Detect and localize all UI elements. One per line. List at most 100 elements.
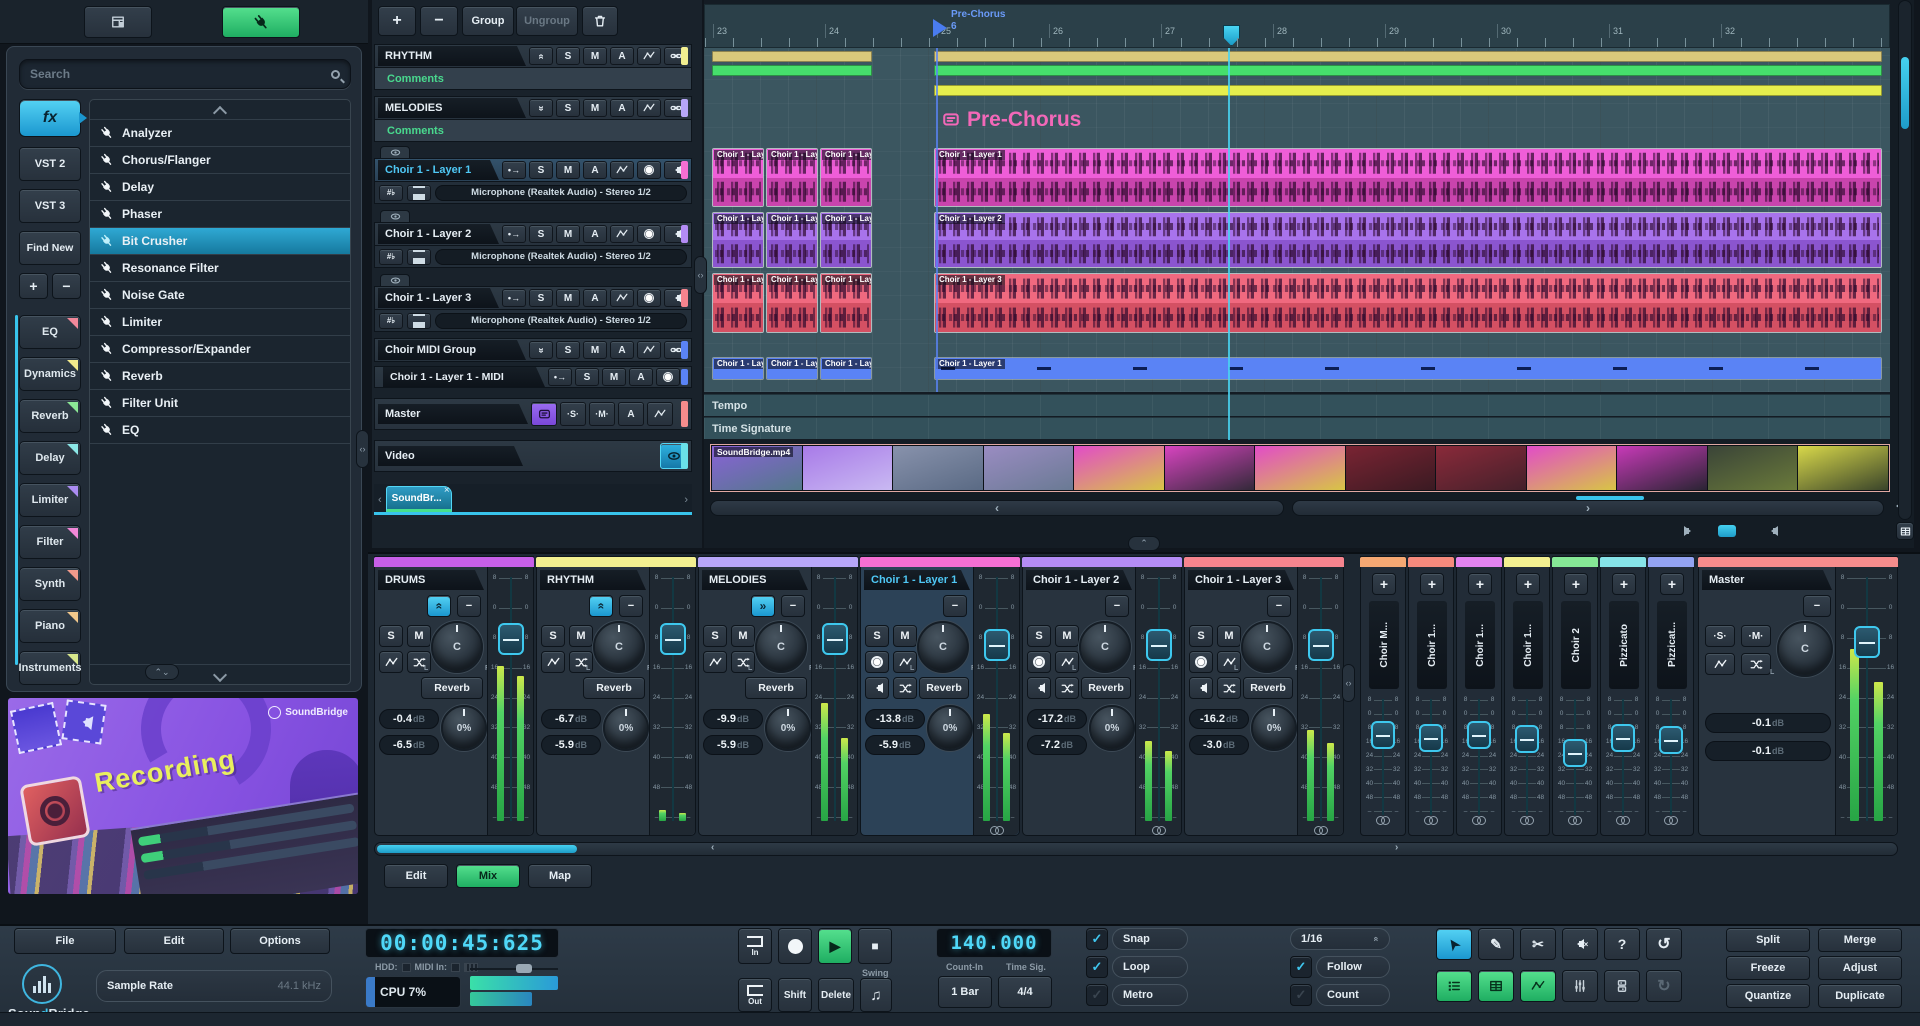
channel-name[interactable]: Pizzicato: [1609, 601, 1639, 689]
plugin-item[interactable]: Delay: [90, 174, 350, 201]
tempo-lane[interactable]: Tempo: [704, 394, 1890, 416]
tab-map[interactable]: Map: [528, 864, 592, 888]
channel-name[interactable]: Master: [1702, 570, 1832, 590]
gain-value[interactable]: -5.9dB: [703, 735, 763, 755]
gain-value[interactable]: -6.5dB: [379, 735, 439, 755]
punch-in-button[interactable]: In: [738, 928, 772, 964]
delete-track-button[interactable]: [582, 6, 618, 36]
track-name[interactable]: Master: [378, 404, 528, 424]
time-display[interactable]: 00:00:45:625: [365, 928, 559, 958]
minimize-button[interactable]: −: [1803, 595, 1831, 617]
mute-button[interactable]: M: [583, 47, 607, 65]
left-panel-splitter[interactable]: ⌃⌄: [145, 664, 179, 680]
record-arm-button[interactable]: [1189, 651, 1213, 673]
h-scrollbar-right[interactable]: ›: [1292, 500, 1884, 516]
collapse-button[interactable]: «: [427, 595, 451, 617]
track-row-master[interactable]: Master ·S· ·M· A: [374, 398, 692, 430]
channel-name[interactable]: MELODIES: [702, 570, 808, 590]
sample-rate-field[interactable]: Sample Rate44.1 kHz: [96, 970, 332, 1002]
automation-curve-button[interactable]: [1705, 653, 1735, 675]
tab-fx[interactable]: fx: [19, 99, 81, 137]
fader-section[interactable]: 88008816162424323240404848––: [1135, 567, 1181, 835]
solo-button[interactable]: S: [575, 368, 599, 386]
merge-button[interactable]: Merge: [1818, 928, 1902, 952]
send-amount-knob[interactable]: 0%: [927, 705, 973, 751]
select-tool[interactable]: ➤: [1436, 928, 1472, 960]
solo-button[interactable]: S: [379, 625, 403, 647]
fader-section[interactable]: 88008816162424323240404848––: [1507, 695, 1547, 825]
metro-label[interactable]: Metro: [1112, 984, 1188, 1006]
plugin-item[interactable]: Analyzer: [90, 120, 350, 147]
v-scrollbar[interactable]: [1898, 0, 1912, 520]
gain-value[interactable]: -7.2dB: [1027, 735, 1087, 755]
record-button[interactable]: [778, 928, 812, 964]
mixer-channel-narrow[interactable]: + Choir 1... 88008816162424323240404848–…: [1456, 556, 1502, 836]
plugin-item[interactable]: Compressor/Expander: [90, 336, 350, 363]
fader-section[interactable]: 88008816162424323240404848––: [1603, 695, 1643, 825]
automation-button[interactable]: A: [629, 368, 653, 386]
send-amount-knob[interactable]: 0%: [765, 705, 811, 751]
track-name[interactable]: MELODIES: [378, 98, 526, 118]
fader-section[interactable]: 88008816162424323240404848––: [811, 567, 857, 835]
routing-button[interactable]: [1217, 677, 1241, 699]
solo-button[interactable]: S: [865, 625, 889, 647]
fader-section[interactable]: 88008816162424323240404848––: [1363, 695, 1403, 825]
h-scrollbar-left[interactable]: ‹: [710, 500, 1284, 516]
volume-value[interactable]: -13.8dB: [865, 709, 925, 729]
tab-mix[interactable]: Mix: [456, 864, 520, 888]
monitor-button[interactable]: [1189, 677, 1213, 699]
volume-value[interactable]: -17.2dB: [1027, 709, 1087, 729]
solo-button[interactable]: S: [1027, 625, 1051, 647]
mute-button[interactable]: M: [583, 341, 607, 359]
track-row-choir-midi-group[interactable]: Choir MIDI Group « S M A: [374, 338, 692, 362]
redo-button[interactable]: ↻: [1646, 970, 1682, 1002]
mute-button[interactable]: M: [583, 99, 607, 117]
playhead-handle[interactable]: [1223, 25, 1240, 46]
automation-curve-button[interactable]: [647, 402, 673, 426]
category-button[interactable]: Delay: [19, 441, 81, 475]
expand-button[interactable]: «: [529, 341, 553, 359]
pan-knob[interactable]: CLR: [1241, 621, 1293, 673]
track-visibility-tab[interactable]: [380, 146, 410, 158]
category-button[interactable]: Piano: [19, 609, 81, 643]
track-name[interactable]: Choir 1 - Layer 1 - MIDI: [383, 367, 545, 387]
mute-button[interactable]: M: [569, 625, 593, 647]
freeze-route-button[interactable]: •→: [502, 225, 526, 243]
midi-clip[interactable]: Choir 1 - Layer 1: [712, 357, 764, 380]
fader-section[interactable]: 88008816162424323240404848––: [487, 567, 533, 835]
media-browser-toggle[interactable]: [84, 6, 152, 38]
minimize-button[interactable]: −: [1105, 595, 1129, 617]
record-arm-button[interactable]: [865, 651, 889, 673]
record-arm-button[interactable]: [637, 161, 661, 179]
automation-curve-button[interactable]: [637, 99, 661, 117]
audio-clip[interactable]: Choir 1 - Layer 3: [820, 273, 872, 333]
mute-defeat-button[interactable]: ·M·: [1741, 625, 1771, 647]
solo-button[interactable]: S: [529, 161, 553, 179]
track-menu-button[interactable]: [407, 249, 431, 265]
track-name[interactable]: Choir 1 - Layer 3: [378, 288, 499, 308]
audio-clip[interactable]: Choir 1 - Layer 2: [766, 212, 818, 268]
undo-button[interactable]: ↺: [1646, 928, 1682, 960]
volume-fader[interactable]: [822, 623, 848, 655]
automation-button[interactable]: A: [583, 161, 607, 179]
volume-fader[interactable]: [660, 623, 686, 655]
expand-channel-button[interactable]: +: [1612, 573, 1636, 595]
input-device-field[interactable]: Microphone (Realtek Audio) - Stereo 1/2: [435, 249, 687, 265]
project-tab[interactable]: SoundBr... ×: [386, 486, 452, 512]
channel-name[interactable]: Choir 1 - Layer 3: [1188, 570, 1294, 590]
group-clip-melodies[interactable]: [934, 65, 1882, 76]
fader-section[interactable]: 88008816162424323240404848––: [649, 567, 695, 835]
help-tool[interactable]: ?: [1604, 928, 1640, 960]
audio-clip[interactable]: Choir 1 - Layer 1: [712, 148, 764, 207]
tab-edit[interactable]: Edit: [384, 864, 448, 888]
marker-name[interactable]: Pre-Chorus: [951, 9, 1005, 20]
zoom-slider[interactable]: [1702, 529, 1760, 533]
volume-fader[interactable]: [1371, 721, 1395, 749]
gain-value[interactable]: -3.0dB: [1189, 735, 1249, 755]
scroll-left-arrow[interactable]: ‹: [711, 842, 714, 853]
freeze-route-button[interactable]: •→: [548, 368, 572, 386]
channel-name[interactable]: Choir 1 - Layer 1: [864, 570, 970, 590]
plugin-item[interactable]: Chorus/Flanger: [90, 147, 350, 174]
channel-name[interactable]: DRUMS: [378, 570, 484, 590]
tab-scroll-left[interactable]: ‹: [378, 494, 382, 506]
